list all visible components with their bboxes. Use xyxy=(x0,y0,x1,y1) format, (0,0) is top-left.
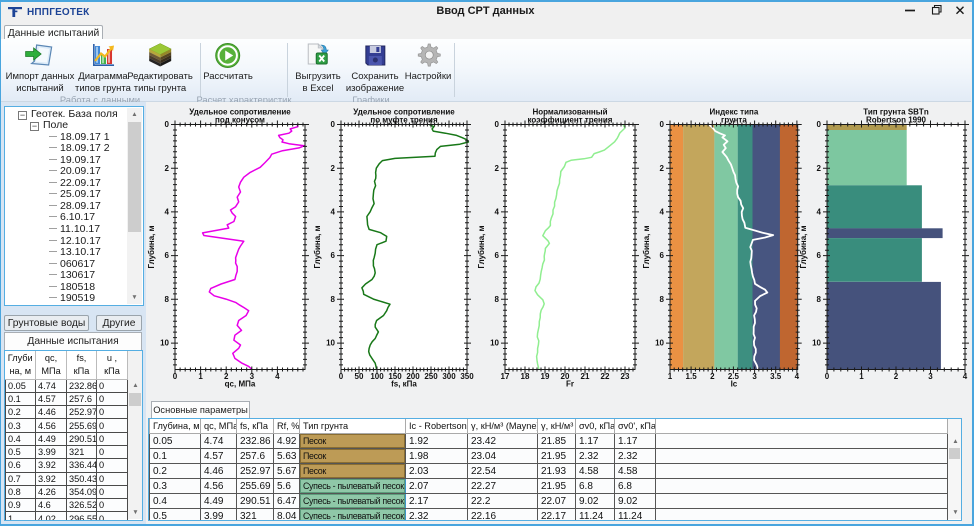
svg-text:0: 0 xyxy=(817,120,822,129)
svg-text:17: 17 xyxy=(501,372,510,381)
svg-text:0: 0 xyxy=(660,120,665,129)
svg-text:3.5: 3.5 xyxy=(770,372,782,381)
svg-text:2: 2 xyxy=(495,164,500,173)
svg-text:2: 2 xyxy=(817,164,822,173)
svg-text:по муфте трения: по муфте трения xyxy=(370,116,438,125)
svg-text:10: 10 xyxy=(490,339,499,348)
svg-text:Глубина, м: Глубина, м xyxy=(642,225,651,268)
svg-text:Глубина, м: Глубина, м xyxy=(147,225,156,268)
svg-text:коэффициент трения: коэффициент трения xyxy=(528,116,613,125)
svg-text:0: 0 xyxy=(825,372,830,381)
svg-text:10: 10 xyxy=(655,339,664,348)
svg-text:грунта: грунта xyxy=(721,116,747,125)
svg-text:под конусом: под конусом xyxy=(215,116,265,125)
svg-text:Fr: Fr xyxy=(566,380,574,389)
svg-text:2: 2 xyxy=(331,164,336,173)
svg-text:fs, кПа: fs, кПа xyxy=(391,380,417,389)
svg-text:Глубина, м: Глубина, м xyxy=(313,225,322,268)
svg-text:1: 1 xyxy=(668,372,673,381)
svg-text:Глубина, м: Глубина, м xyxy=(477,225,486,268)
svg-text:23: 23 xyxy=(621,372,630,381)
svg-text:4: 4 xyxy=(963,372,968,381)
svg-text:3: 3 xyxy=(928,372,933,381)
svg-text:50: 50 xyxy=(355,372,364,381)
svg-text:3: 3 xyxy=(752,372,757,381)
svg-text:250: 250 xyxy=(424,372,438,381)
svg-text:2: 2 xyxy=(660,164,665,173)
svg-text:2: 2 xyxy=(710,372,715,381)
svg-text:1: 1 xyxy=(859,372,864,381)
svg-text:6: 6 xyxy=(495,251,500,260)
svg-text:Ic: Ic xyxy=(731,380,738,389)
svg-text:4: 4 xyxy=(795,372,800,381)
svg-text:18: 18 xyxy=(521,372,530,381)
svg-text:0: 0 xyxy=(339,372,344,381)
svg-text:8: 8 xyxy=(331,295,336,304)
svg-text:8: 8 xyxy=(660,295,665,304)
svg-text:22: 22 xyxy=(601,372,610,381)
svg-text:1: 1 xyxy=(198,372,203,381)
svg-text:2: 2 xyxy=(165,164,170,173)
svg-text:10: 10 xyxy=(812,339,821,348)
svg-text:0: 0 xyxy=(331,120,336,129)
svg-text:Глубина, м: Глубина, м xyxy=(799,225,808,268)
svg-text:1.5: 1.5 xyxy=(686,372,698,381)
svg-text:qc, МПа: qc, МПа xyxy=(225,380,256,389)
svg-text:6: 6 xyxy=(660,251,665,260)
svg-text:8: 8 xyxy=(817,295,822,304)
svg-text:4: 4 xyxy=(817,208,822,217)
svg-text:4: 4 xyxy=(660,208,665,217)
svg-text:100: 100 xyxy=(370,372,384,381)
svg-text:0: 0 xyxy=(495,120,500,129)
svg-text:300: 300 xyxy=(442,372,456,381)
svg-text:350: 350 xyxy=(460,372,474,381)
svg-text:4: 4 xyxy=(165,208,170,217)
svg-text:0: 0 xyxy=(173,372,178,381)
svg-text:21: 21 xyxy=(581,372,590,381)
svg-text:10: 10 xyxy=(160,339,169,348)
svg-text:0: 0 xyxy=(165,120,170,129)
svg-text:10: 10 xyxy=(326,339,335,348)
svg-text:19: 19 xyxy=(541,372,550,381)
svg-text:8: 8 xyxy=(165,295,170,304)
svg-text:4: 4 xyxy=(331,208,336,217)
svg-text:6: 6 xyxy=(331,251,336,260)
svg-text:4: 4 xyxy=(495,208,500,217)
svg-text:2: 2 xyxy=(894,372,899,381)
svg-text:4: 4 xyxy=(275,372,280,381)
svg-text:6: 6 xyxy=(165,251,170,260)
svg-text:Robertson 1990: Robertson 1990 xyxy=(866,116,927,125)
svg-text:8: 8 xyxy=(495,295,500,304)
svg-text:6: 6 xyxy=(817,251,822,260)
